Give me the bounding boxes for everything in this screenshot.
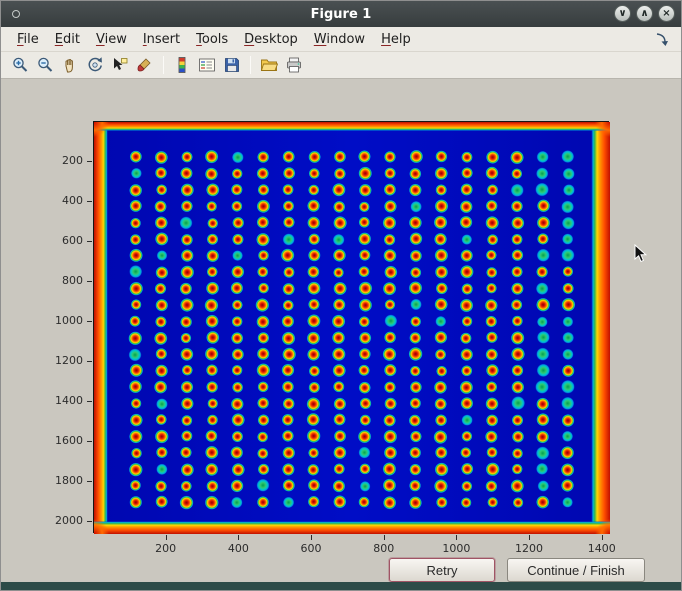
rotate-3d-icon[interactable]: [84, 54, 106, 76]
toolbar-separator: [250, 56, 251, 74]
y-tick-label: 2000: [43, 514, 83, 527]
x-tick-label: 1200: [509, 542, 549, 555]
continue-finish-button[interactable]: Continue / Finish: [507, 558, 645, 582]
menu-view[interactable]: View: [88, 29, 135, 50]
y-tick-label: 600: [43, 234, 83, 247]
y-tick-label: 800: [43, 274, 83, 287]
y-tick-label: 1800: [43, 474, 83, 487]
maximize-button[interactable]: ∧: [636, 5, 653, 22]
y-tick-mark: [87, 161, 92, 162]
print-figure-icon[interactable]: [283, 54, 305, 76]
y-tick-label: 1000: [43, 314, 83, 327]
x-tick-mark: [166, 535, 167, 540]
x-tick-label: 400: [218, 542, 258, 555]
y-tick-label: 1200: [43, 354, 83, 367]
menubar: FileEditViewInsertToolsDesktopWindowHelp: [1, 27, 681, 52]
insert-legend-icon[interactable]: [196, 54, 218, 76]
y-tick-label: 200: [43, 154, 83, 167]
zoom-in-icon[interactable]: [9, 54, 31, 76]
x-tick-mark: [384, 535, 385, 540]
y-tick-mark: [87, 481, 92, 482]
y-tick-mark: [87, 281, 92, 282]
minimize-button[interactable]: ∨: [614, 5, 631, 22]
y-tick-mark: [87, 201, 92, 202]
y-tick-mark: [87, 441, 92, 442]
y-tick-mark: [87, 521, 92, 522]
open-file-icon[interactable]: [258, 54, 280, 76]
x-tick-mark: [529, 535, 530, 540]
save-figure-icon[interactable]: [221, 54, 243, 76]
y-tick-label: 400: [43, 194, 83, 207]
figure-area: Retry Continue / Finish 200 400 600 800 1000…: [1, 79, 681, 582]
data-cursor-icon[interactable]: [109, 54, 131, 76]
zoom-out-icon[interactable]: [34, 54, 56, 76]
menu-tools[interactable]: Tools: [188, 29, 236, 50]
axes-plot[interactable]: [93, 121, 609, 533]
x-tick-label: 800: [364, 542, 404, 555]
toolbar-separator: [163, 56, 164, 74]
y-tick-label: 1400: [43, 394, 83, 407]
menu-insert[interactable]: Insert: [135, 29, 188, 50]
window-menu-icon[interactable]: [12, 10, 20, 18]
close-button[interactable]: ×: [658, 5, 675, 22]
x-tick-label: 1400: [582, 542, 622, 555]
pan-hand-icon[interactable]: [59, 54, 81, 76]
menu-edit[interactable]: Edit: [47, 29, 88, 50]
heatmap-image[interactable]: [94, 122, 610, 534]
x-tick-mark: [311, 535, 312, 540]
menu-file[interactable]: File: [9, 29, 47, 50]
x-tick-label: 1000: [436, 542, 476, 555]
dock-figure-icon[interactable]: [651, 28, 673, 50]
y-tick-mark: [87, 321, 92, 322]
brush-icon[interactable]: [134, 54, 156, 76]
x-tick-mark: [602, 535, 603, 540]
y-tick-mark: [87, 361, 92, 362]
x-tick-label: 200: [146, 542, 186, 555]
x-tick-mark: [238, 535, 239, 540]
toolbar: [1, 52, 681, 79]
window-controls: ∨ ∧ ×: [614, 5, 675, 22]
x-tick-label: 600: [291, 542, 331, 555]
retry-button[interactable]: Retry: [389, 558, 495, 582]
x-tick-mark: [456, 535, 457, 540]
figure-window: Figure 1 ∨ ∧ × FileEditViewInsertToolsDe…: [0, 0, 682, 591]
window-title: Figure 1: [311, 7, 372, 22]
menu-help[interactable]: Help: [373, 29, 419, 50]
title-bar[interactable]: Figure 1 ∨ ∧ ×: [1, 1, 681, 27]
window-edge-strip: [1, 582, 681, 590]
y-tick-label: 1600: [43, 434, 83, 447]
y-tick-mark: [87, 241, 92, 242]
menu-desktop[interactable]: Desktop: [236, 29, 306, 50]
insert-colorbar-icon[interactable]: [171, 54, 193, 76]
y-tick-mark: [87, 401, 92, 402]
menu-window[interactable]: Window: [306, 29, 373, 50]
